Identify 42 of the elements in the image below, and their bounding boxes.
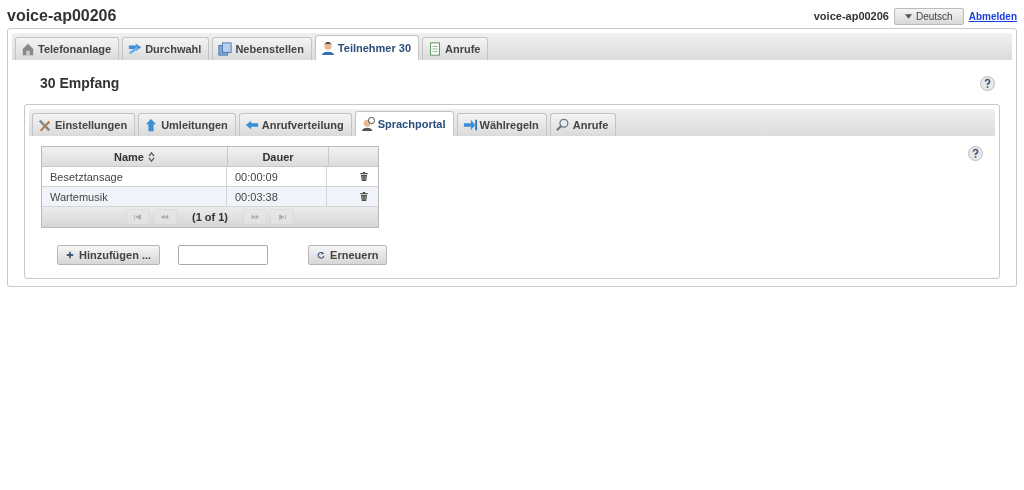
page-title: voice-ap00206 xyxy=(7,7,117,25)
pages-icon xyxy=(218,42,233,56)
page-indicator: (1 of 1) xyxy=(191,211,229,223)
up-arrow-icon xyxy=(144,118,159,132)
logout-link[interactable]: Abmelden xyxy=(968,10,1017,22)
language-dropdown[interactable]: Deutsch xyxy=(893,7,964,25)
tab[interactable]: Telefonanlage xyxy=(15,37,120,60)
tab[interactable]: Anrufe xyxy=(549,113,617,136)
add-button[interactable]: Hinzufügen ... xyxy=(57,245,161,265)
tools-icon xyxy=(38,118,52,132)
refresh-icon xyxy=(317,251,326,259)
tab[interactable]: Teilnehmer 30 xyxy=(314,35,420,60)
column-header[interactable]: Name xyxy=(42,147,228,167)
trash-icon[interactable] xyxy=(360,192,368,201)
tab[interactable]: Einstellungen xyxy=(32,113,136,136)
person-icon xyxy=(320,41,335,55)
user-name: voice-ap00206 xyxy=(813,10,889,22)
refresh-button[interactable]: Erneuern xyxy=(308,245,388,265)
help-icon[interactable] xyxy=(968,146,983,161)
column-header xyxy=(329,147,378,167)
tab[interactable]: Nebenstellen xyxy=(212,37,312,60)
section-title: 30 Empfang xyxy=(40,75,120,91)
column-label: Name xyxy=(114,150,144,163)
arrows-icon xyxy=(128,42,143,56)
input-field[interactable] xyxy=(178,245,269,265)
sort-icon xyxy=(148,151,155,162)
person-icon xyxy=(360,117,375,131)
caret-icon xyxy=(904,13,912,19)
trash-icon[interactable] xyxy=(360,172,368,181)
right-arrow-icon xyxy=(462,118,477,132)
tab[interactable]: Sprachportal xyxy=(354,111,454,136)
magnifier-icon xyxy=(555,118,570,132)
tab[interactable]: Umleitungen xyxy=(138,113,236,136)
tab[interactable]: Anrufe xyxy=(422,37,489,60)
tab[interactable]: Durchwahl xyxy=(122,37,210,60)
tab[interactable]: Anrufverteilung xyxy=(238,113,352,136)
tab[interactable]: Wählregeln xyxy=(456,113,547,136)
help-icon[interactable] xyxy=(980,75,995,91)
document-icon xyxy=(428,42,443,56)
column-header[interactable]: Dauer xyxy=(228,147,329,167)
plus-icon xyxy=(66,251,74,259)
house-icon xyxy=(21,42,35,56)
